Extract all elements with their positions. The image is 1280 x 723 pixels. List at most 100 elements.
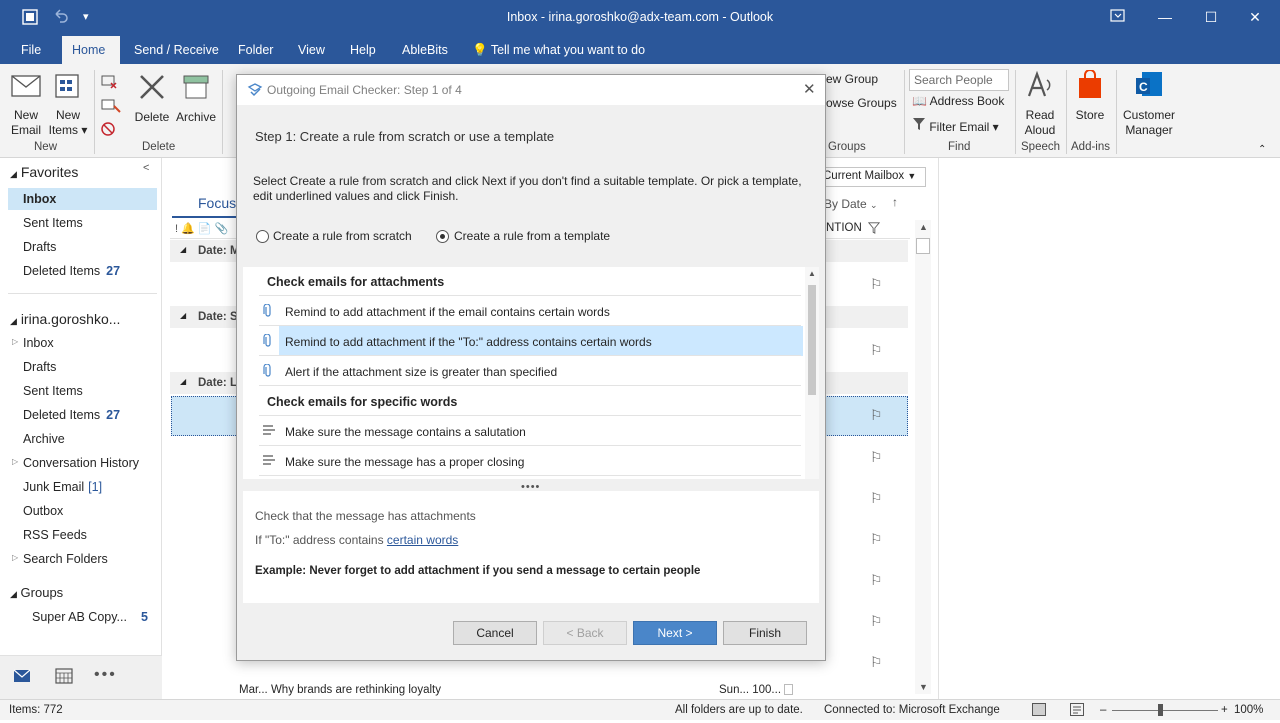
back-button[interactable]: < Back	[543, 621, 627, 645]
scroll-thumb[interactable]	[808, 285, 816, 395]
nav-acct-search-folders[interactable]: Search Folders	[23, 552, 108, 566]
scroll-up-icon[interactable]: ▲	[919, 222, 928, 232]
radio-template-label[interactable]: Create a rule from a template	[454, 229, 610, 243]
normal-view-icon[interactable]	[1032, 703, 1046, 723]
mail-icon[interactable]	[13, 668, 31, 687]
template-item[interactable]: Remind to add attachment if the email co…	[285, 305, 610, 319]
new-group-button[interactable]: ew Group	[826, 72, 878, 87]
nav-acct-drafts[interactable]: Drafts	[23, 360, 56, 374]
tab-help[interactable]: Help	[340, 36, 386, 64]
cleanup-icon[interactable]	[100, 96, 122, 118]
tab-send-receive[interactable]: Send / Receive	[124, 36, 229, 64]
radio-create-from-template[interactable]	[436, 230, 449, 243]
sort-by-date[interactable]: By Date ⌄	[824, 197, 878, 211]
minimize-button[interactable]: —	[1142, 0, 1188, 34]
radio-scratch-label[interactable]: Create a rule from scratch	[273, 229, 412, 243]
nav-fav-sent[interactable]: Sent Items	[23, 216, 83, 230]
scroll-up-icon[interactable]: ▲	[808, 269, 816, 278]
list-scrollbar[interactable]	[915, 220, 931, 694]
filter-column-icon[interactable]	[867, 222, 881, 237]
collapse-icon[interactable]: ◢	[180, 245, 186, 254]
search-people-input[interactable]: Search People	[909, 69, 1009, 91]
flag-icon[interactable]: ⚐	[870, 531, 883, 548]
read-aloud-button[interactable]: Read Aloud	[1020, 70, 1060, 138]
nav-acct-archive[interactable]: Archive	[23, 432, 65, 446]
flag-icon[interactable]: ⚐	[870, 490, 883, 507]
certain-words-link[interactable]: certain words	[387, 533, 458, 547]
scroll-down-icon[interactable]: ▼	[919, 682, 928, 692]
message-checkbox[interactable]	[784, 684, 793, 695]
cancel-button[interactable]: Cancel	[453, 621, 537, 645]
calendar-icon[interactable]	[55, 668, 73, 687]
dialog-close-icon[interactable]: ✕	[803, 80, 816, 98]
tab-folder[interactable]: Folder	[228, 36, 283, 64]
account-header[interactable]: ◢ irina.goroshko...	[10, 311, 120, 327]
nav-fav-drafts[interactable]: Drafts	[23, 240, 56, 254]
ribbon-display-options-icon[interactable]	[1110, 8, 1126, 28]
sort-direction-icon[interactable]: ↑	[892, 195, 898, 209]
nav-acct-sent[interactable]: Sent Items	[23, 384, 83, 398]
store-button[interactable]: Store	[1070, 69, 1110, 123]
tell-me-box[interactable]: 💡 Tell me what you want to do	[462, 36, 655, 64]
flag-icon[interactable]: ⚐	[870, 342, 883, 359]
next-button[interactable]: Next >	[633, 621, 717, 645]
collapse-pane-icon[interactable]: <	[143, 162, 149, 174]
mention-column[interactable]: NTION	[826, 222, 862, 234]
reading-view-icon[interactable]	[1070, 703, 1084, 723]
collapse-ribbon-icon[interactable]: ⌃	[1258, 142, 1266, 157]
flag-icon[interactable]: ⚐	[870, 572, 883, 589]
nav-acct-junk[interactable]: Junk Email [1]	[23, 480, 102, 494]
maximize-button[interactable]: ☐	[1188, 0, 1234, 34]
message-subject[interactable]: Mar... Why brands are rethinking loyalty	[239, 684, 441, 696]
nav-acct-deleted[interactable]: Deleted Items 27	[23, 408, 120, 422]
flag-icon[interactable]: ⚐	[870, 407, 883, 424]
tab-home[interactable]: Home	[62, 36, 120, 64]
new-items-button[interactable]: New Items ▾	[48, 72, 88, 138]
archive-button[interactable]: Archive	[174, 72, 218, 125]
flag-icon[interactable]: ⚐	[870, 449, 883, 466]
nav-acct-rss[interactable]: RSS Feeds	[23, 528, 87, 542]
connection-status[interactable]: Connected to: Microsoft Exchange	[824, 700, 1000, 720]
new-email-button[interactable]: New Email	[6, 72, 46, 138]
zoom-out-icon[interactable]: –	[1100, 700, 1106, 720]
delete-button[interactable]: Delete	[132, 72, 172, 125]
zoom-slider[interactable]	[1112, 710, 1218, 711]
nav-group-super-ab[interactable]: Super AB Copy... 5	[32, 610, 148, 624]
more-apps-icon[interactable]: •••	[94, 666, 117, 684]
column-icons[interactable]: ! 🔔 📄 📎	[175, 222, 228, 235]
tab-file[interactable]: File	[11, 36, 51, 64]
finish-button[interactable]: Finish	[723, 621, 807, 645]
template-item[interactable]: Make sure the message contains a salutat…	[285, 425, 526, 439]
template-item[interactable]: Alert if the attachment size is greater …	[285, 365, 557, 379]
flag-icon[interactable]: ⚐	[870, 276, 883, 293]
browse-groups-button[interactable]: owse Groups	[826, 96, 897, 111]
tab-view[interactable]: View	[288, 36, 335, 64]
radio-create-from-scratch[interactable]	[256, 230, 269, 243]
zoom-thumb[interactable]	[1158, 704, 1163, 716]
tab-ablebits[interactable]: AbleBits	[392, 36, 458, 64]
template-item[interactable]: Make sure the message has a proper closi…	[285, 455, 524, 469]
nav-acct-outbox[interactable]: Outbox	[23, 504, 63, 518]
flag-icon[interactable]: ⚐	[870, 613, 883, 630]
scroll-thumb[interactable]	[916, 238, 930, 254]
address-book-button[interactable]: 📖 Address Book	[912, 94, 1004, 109]
favorites-header[interactable]: ◢ Favorites	[10, 164, 78, 180]
customer-manager-button[interactable]: C Customer Manager	[1120, 70, 1178, 138]
template-scrollbar[interactable]: ▲	[805, 267, 819, 479]
groups-header[interactable]: ◢ Groups	[10, 585, 63, 600]
flag-icon[interactable]: ⚐	[870, 654, 883, 671]
close-window-button[interactable]: ✕	[1232, 0, 1278, 34]
filter-email-button[interactable]: Filter Email ▾	[912, 117, 999, 135]
chevron-right-icon[interactable]: ▷	[12, 337, 18, 346]
nav-fav-deleted[interactable]: Deleted Items 27	[23, 264, 120, 278]
ignore-icon[interactable]	[100, 72, 118, 94]
chevron-right-icon[interactable]: ▷	[12, 457, 18, 466]
template-item-selected[interactable]: Remind to add attachment if the "To:" ad…	[285, 335, 652, 349]
zoom-level[interactable]: 100%	[1234, 700, 1263, 720]
collapse-icon[interactable]: ◢	[180, 377, 186, 386]
search-scope-dropdown[interactable]: Current Mailbox ▼	[820, 167, 926, 187]
nav-fav-inbox[interactable]: Inbox	[23, 192, 56, 206]
junk-icon[interactable]	[100, 120, 122, 142]
collapse-icon[interactable]: ◢	[180, 311, 186, 320]
chevron-right-icon[interactable]: ▷	[12, 553, 18, 562]
